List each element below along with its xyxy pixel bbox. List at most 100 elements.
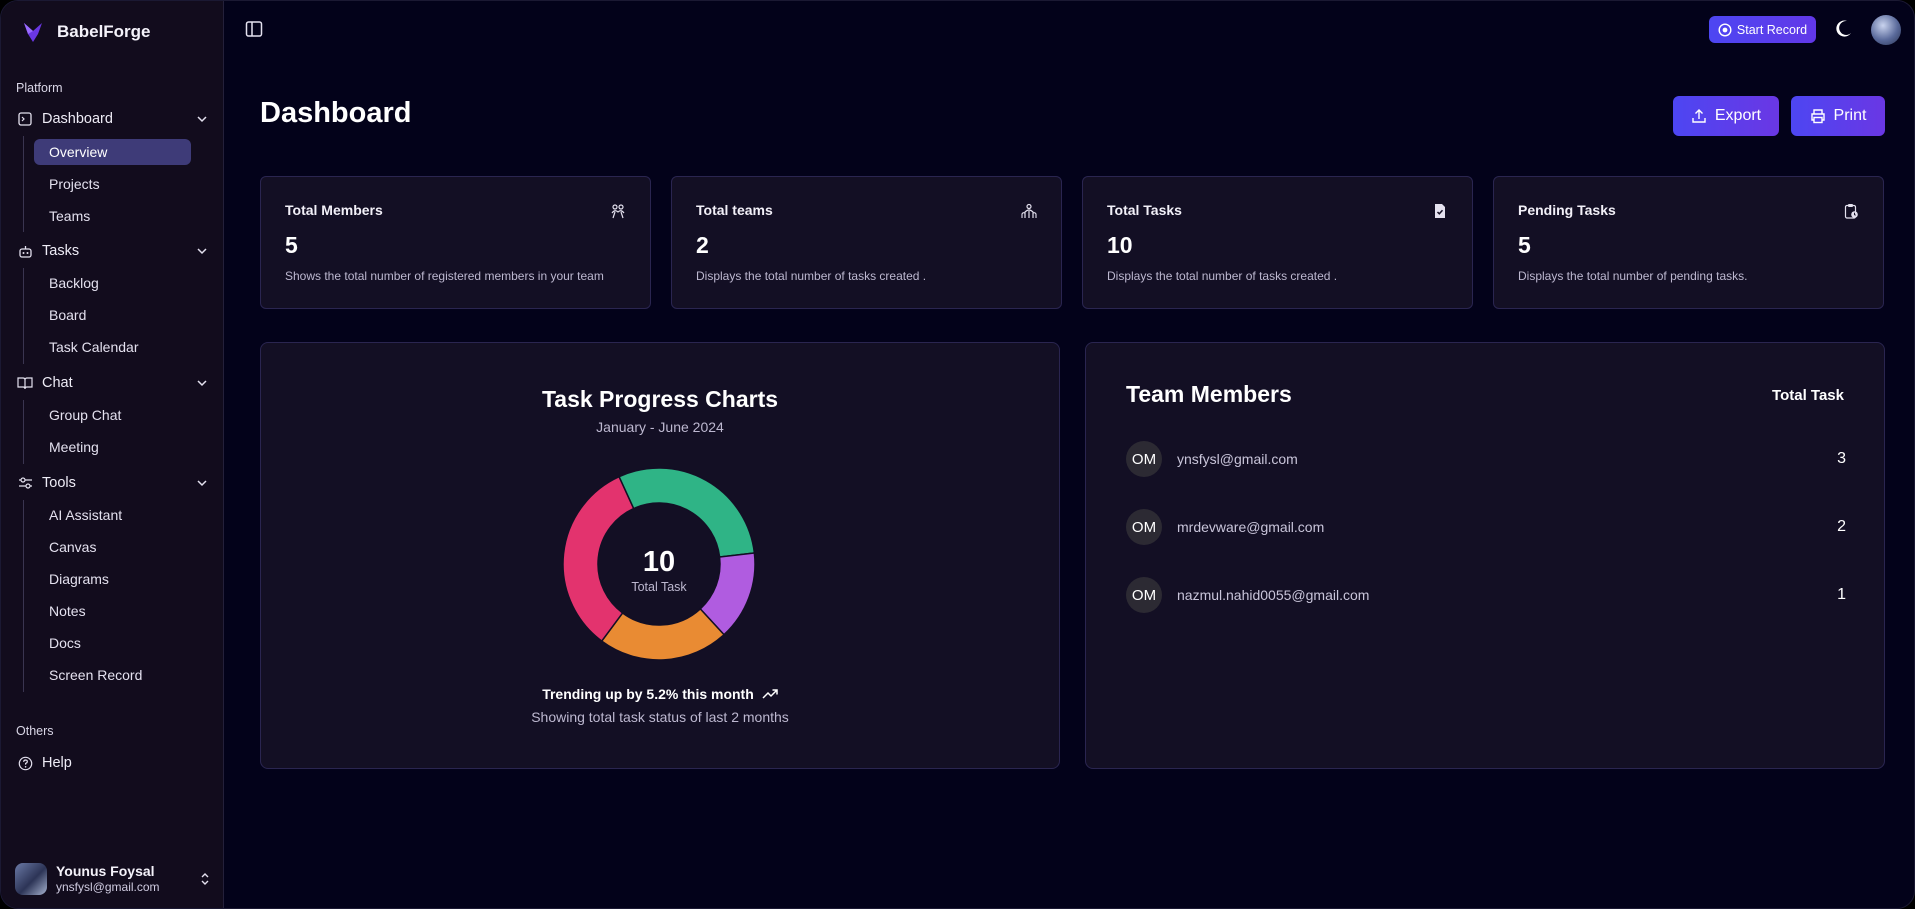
list-item: OM nazmul.nahid0055@gmail.com 1 (1126, 577, 1846, 613)
sidebar-item-canvas[interactable]: Canvas (34, 534, 191, 560)
stat-description: Shows the total number of registered mem… (285, 269, 604, 283)
task-progress-panel: Task Progress Charts January - June 2024… (260, 342, 1060, 769)
user-name: Younus Foysal (56, 863, 155, 879)
donut-chart: 10 Total Task (562, 467, 756, 661)
stat-title: Total Members (285, 202, 383, 218)
stat-description: Displays the total number of tasks creat… (696, 269, 927, 283)
clipboard-clock-icon (1844, 204, 1858, 219)
user-menu[interactable]: Younus Foysal ynsfysl@gmail.com (15, 861, 211, 897)
help-label: Help (42, 755, 72, 771)
print-button[interactable]: Print (1791, 96, 1885, 136)
user-email: ynsfysl@gmail.com (56, 880, 160, 894)
member-email: nazmul.nahid0055@gmail.com (1177, 587, 1370, 603)
chevron-down-icon (197, 248, 207, 255)
member-task-count: 1 (1837, 586, 1846, 603)
chart-footer: Showing total task status of last 2 mont… (531, 709, 789, 725)
list-item: OM ynsfysl@gmail.com 3 (1126, 441, 1846, 477)
sidebar-item-projects[interactable]: Projects (34, 171, 191, 197)
printer-icon (1810, 109, 1825, 124)
sidebar-group-label: Chat (42, 375, 73, 391)
sidebar-item-overview[interactable]: Overview (34, 139, 191, 165)
total-task-column-label: Total Task (1772, 387, 1844, 404)
export-label: Export (1714, 107, 1762, 124)
trending-up-icon (762, 689, 778, 699)
sidebar-item-diagrams[interactable]: Diagrams (34, 566, 191, 592)
sidebar-item-help[interactable]: Help (16, 750, 209, 776)
avatar: OM (1126, 441, 1162, 477)
chevron-down-icon (197, 116, 207, 123)
chart-subtitle: January - June 2024 (596, 419, 724, 435)
platform-section-label: Platform (16, 81, 63, 95)
stat-value: 2 (696, 232, 709, 258)
file-check-icon (1435, 204, 1445, 218)
stat-value: 10 (1107, 232, 1133, 258)
team-members-panel: Team Members Total Task OM ynsfysl@gmail… (1085, 342, 1885, 769)
moon-icon[interactable] (1833, 19, 1853, 39)
member-email: mrdevware@gmail.com (1177, 519, 1325, 535)
trend-text: Trending up by 5.2% this month (542, 686, 754, 702)
sidebar: BabelForge Platform Dashboard Overview P… (1, 1, 224, 908)
upload-icon (1692, 109, 1706, 123)
babelforge-logo-icon (24, 23, 42, 42)
sidebar-item-group-chat[interactable]: Group Chat (34, 402, 191, 428)
sidebar-toggle-icon[interactable] (245, 20, 263, 38)
chart-title: Task Progress Charts (541, 386, 779, 412)
others-section-label: Others (16, 724, 54, 738)
stat-card-total-tasks: Total Tasks 10 Displays the total number… (1082, 176, 1473, 309)
sidebar-item-backlog[interactable]: Backlog (34, 270, 191, 296)
member-task-count: 3 (1837, 450, 1846, 467)
record-icon (1718, 22, 1732, 37)
app-name: BabelForge (57, 22, 151, 41)
avatar: OM (1126, 509, 1162, 545)
brand[interactable]: BabelForge (21, 19, 151, 45)
sidebar-group-chat[interactable]: Chat (16, 370, 209, 396)
nav-rail (23, 500, 24, 692)
sidebar-group-dashboard[interactable]: Dashboard (16, 106, 209, 132)
sidebar-item-screen-record[interactable]: Screen Record (34, 662, 191, 688)
dashboard-icon (16, 110, 34, 128)
start-record-label: Start Record (1736, 22, 1808, 37)
member-email: ynsfysl@gmail.com (1177, 451, 1298, 467)
sidebar-group-label: Dashboard (42, 111, 113, 127)
team-members-title: Team Members (1126, 381, 1292, 407)
profile-avatar[interactable] (1871, 15, 1901, 45)
robot-icon (16, 242, 34, 260)
stat-card-pending-tasks: Pending Tasks 5 Displays the total numbe… (1493, 176, 1884, 309)
sidebar-item-meeting[interactable]: Meeting (34, 434, 191, 460)
sidebar-item-ai-assistant[interactable]: AI Assistant (34, 502, 191, 528)
chevrons-up-down-icon (201, 873, 209, 885)
book-icon (16, 374, 34, 392)
print-label: Print (1833, 107, 1867, 124)
sidebar-item-task-calendar[interactable]: Task Calendar (34, 334, 191, 360)
stat-description: Displays the total number of pending tas… (1518, 269, 1748, 283)
stat-description: Displays the total number of tasks creat… (1107, 269, 1338, 283)
page-title: Dashboard (260, 97, 412, 129)
users-icon (611, 204, 625, 219)
sidebar-item-docs[interactable]: Docs (34, 630, 191, 656)
sidebar-group-tasks[interactable]: Tasks (16, 238, 209, 264)
stat-card-total-teams: Total teams 2 Displays the total number … (671, 176, 1062, 309)
nav-rail (23, 136, 24, 232)
stat-title: Total Tasks (1107, 202, 1182, 218)
sidebar-group-tools[interactable]: Tools (16, 470, 209, 496)
stat-title: Pending Tasks (1518, 202, 1616, 218)
nav-rail (23, 268, 24, 364)
app-window: BabelForge Platform Dashboard Overview P… (0, 0, 1915, 909)
help-circle-icon (16, 754, 34, 772)
export-button[interactable]: Export (1673, 96, 1779, 136)
sidebar-group-label: Tasks (42, 243, 80, 259)
settings-icon (16, 474, 34, 492)
sidebar-item-teams[interactable]: Teams (34, 203, 191, 229)
stat-card-total-members: Total Members 5 Shows the total number o… (260, 176, 651, 309)
member-task-count: 2 (1837, 518, 1846, 535)
sidebar-item-board[interactable]: Board (34, 302, 191, 328)
team-icon (1021, 203, 1037, 218)
avatar (15, 863, 47, 895)
donut-slice-1 (618, 467, 756, 558)
list-item: OM mrdevware@gmail.com 2 (1126, 509, 1846, 545)
chevron-down-icon (197, 480, 207, 487)
trend-line: Trending up by 5.2% this month (261, 686, 1059, 702)
start-record-button[interactable]: Start Record (1709, 16, 1816, 43)
sidebar-item-notes[interactable]: Notes (34, 598, 191, 624)
donut-center-value: 10 (643, 546, 675, 578)
